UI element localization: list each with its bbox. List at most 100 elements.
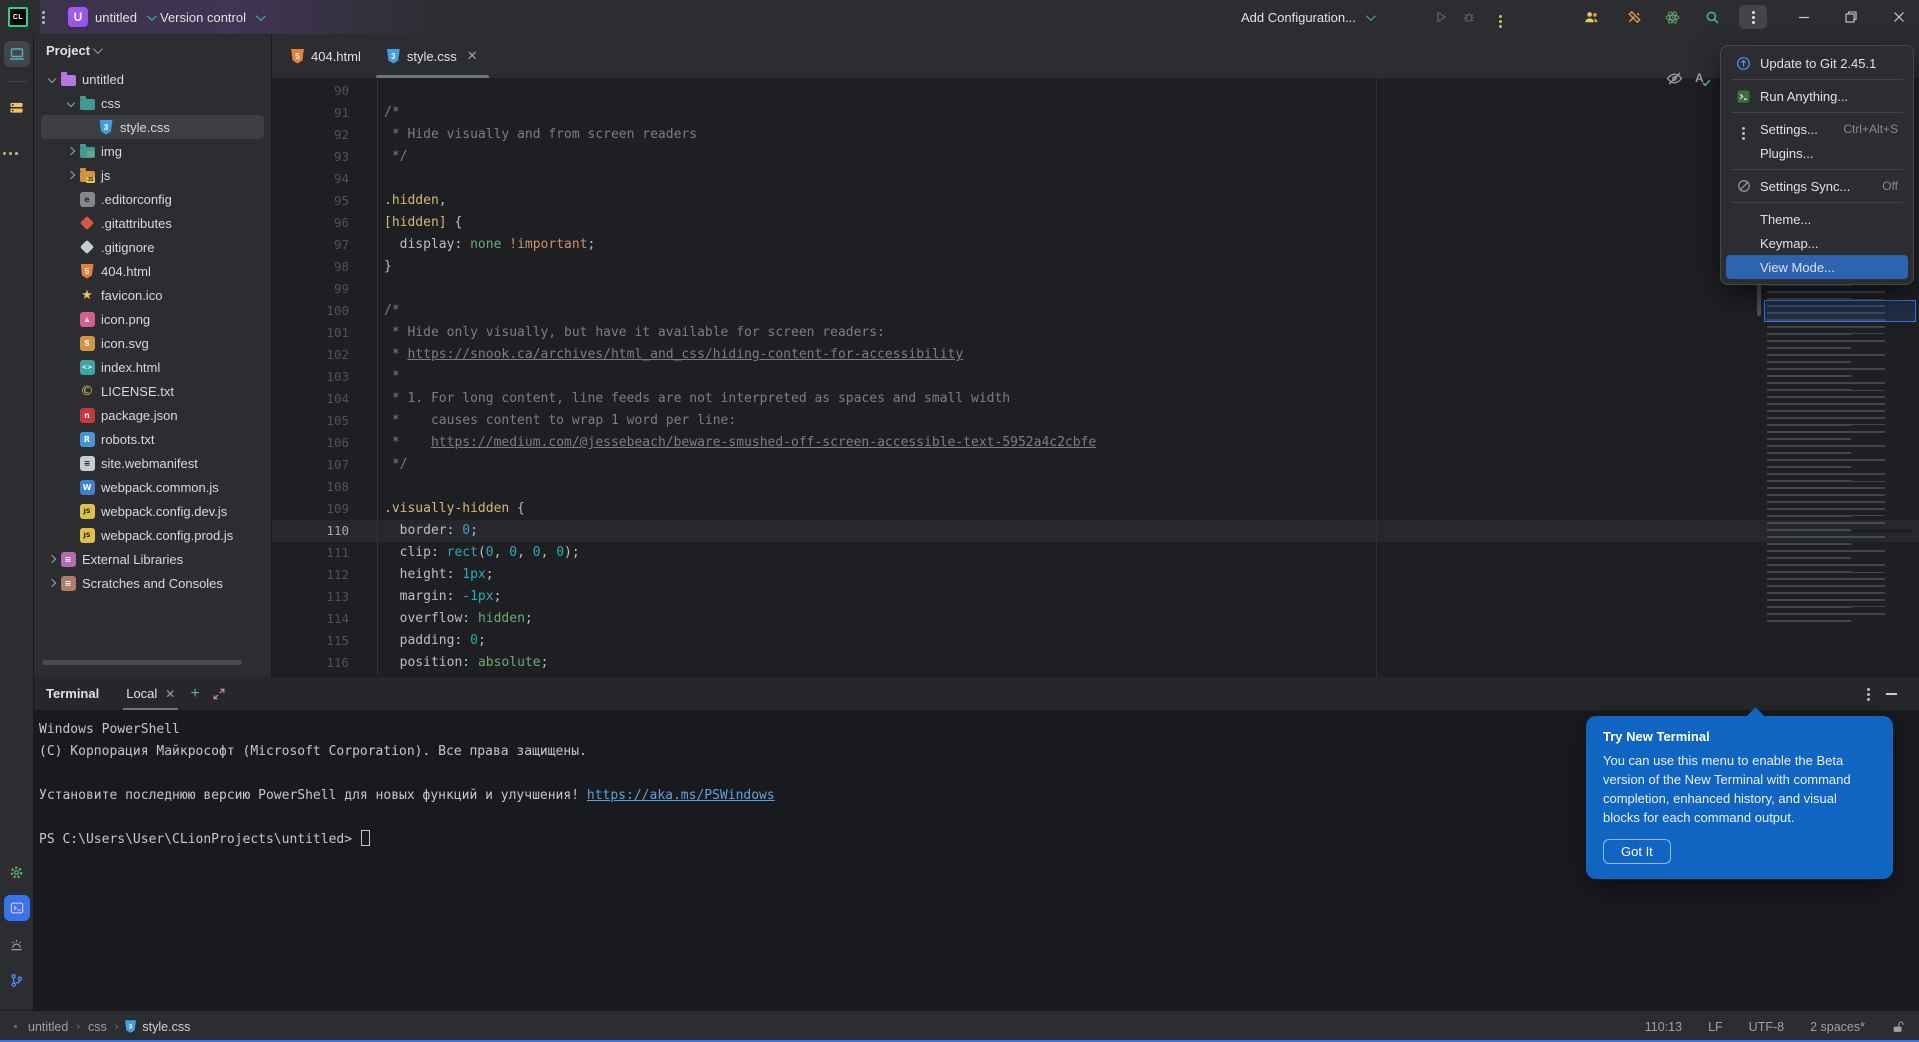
status-file-encoding[interactable]: UTF-8 [1749, 1020, 1784, 1034]
close-icon[interactable]: ✕ [165, 687, 175, 701]
chevron-closed-icon[interactable] [45, 556, 59, 562]
menu-item-view-mode-[interactable]: View Mode... [1726, 255, 1908, 279]
tree-item-icon-png[interactable]: ▲icon.png [41, 307, 264, 331]
code-link[interactable]: https://snook.ca/archives/html_and_css/h… [407, 347, 963, 362]
tree-item-index-html[interactable]: <>index.html [41, 355, 264, 379]
menu-item-settings-sync-[interactable]: Settings Sync...Off [1726, 174, 1908, 198]
line-number: 91 [272, 102, 378, 124]
tree-item-style-css[interactable]: 3style.css [41, 115, 264, 139]
reader-mode-off-eye-icon[interactable] [1666, 70, 1683, 87]
menu-item-settings-[interactable]: Settings...Ctrl+Alt+S [1726, 117, 1908, 141]
atom-button[interactable] [1665, 0, 1680, 34]
tree-item-package-json[interactable]: npackage.json [41, 403, 264, 427]
menu-item-plugins-[interactable]: Plugins... [1726, 141, 1908, 165]
users-button[interactable] [1584, 0, 1599, 34]
chevron-open-icon[interactable] [64, 100, 78, 106]
tree-item-license-txt[interactable]: ©LICENSE.txt [41, 379, 264, 403]
tree-item-scratches-and-consoles[interactable]: ≡Scratches and Consoles [41, 571, 264, 595]
hide-terminal-button[interactable] [1886, 693, 1897, 695]
minimize-window-button[interactable] [1789, 0, 1819, 34]
tree-item-icon-svg[interactable]: Sicon.svg [41, 331, 264, 355]
kebab-run-button[interactable] [1499, 0, 1502, 34]
search-button[interactable] [1705, 0, 1720, 34]
project-panel-header[interactable]: Project [34, 34, 271, 67]
tree-item-css[interactable]: css [41, 91, 264, 115]
breadcrumb-item[interactable]: 3style.css [124, 1019, 190, 1034]
expand-terminal-icon[interactable] [212, 687, 226, 701]
tree-item-untitled[interactable]: untitled [41, 67, 264, 91]
html-file-icon: 5 [291, 49, 304, 64]
got-it-button[interactable]: Got It [1603, 839, 1671, 864]
vcs-widget[interactable]: Version control [160, 0, 263, 34]
chevron-closed-icon[interactable] [45, 580, 59, 586]
terminal-text: Установите последнюю версию PowerShell д… [39, 788, 587, 803]
tree-item-webpack-config-prod-js[interactable]: JSwebpack.config.prod.js [41, 523, 264, 547]
tab-style-css[interactable]: 3style.css✕ [374, 34, 491, 78]
inspections-widget-icon[interactable]: A [1695, 71, 1704, 85]
chevron-closed-icon[interactable] [64, 172, 78, 178]
run-configuration-widget[interactable]: Add Configuration... [1241, 0, 1373, 34]
maximize-window-button[interactable] [1836, 0, 1866, 34]
code-line-112: 112 height: 1px; [272, 564, 1919, 586]
main-menu-button[interactable] [42, 0, 45, 34]
activity-project-button[interactable] [4, 41, 30, 67]
terminal-link[interactable]: https://aka.ms/PSWindows [587, 788, 775, 803]
tree-item-img[interactable]: img [41, 139, 264, 163]
terminal-cursor[interactable] [361, 830, 370, 846]
activity-branch-button[interactable] [4, 967, 30, 993]
activity-terminal-button[interactable] [4, 895, 30, 921]
tree-item-webpack-config-dev-js[interactable]: JSwebpack.config.dev.js [41, 499, 264, 523]
breadcrumb-item[interactable]: css [88, 1020, 107, 1034]
status-line-separator[interactable]: LF [1708, 1020, 1723, 1034]
activity-more-button[interactable] [4, 130, 30, 156]
tab-close-icon[interactable]: ✕ [467, 48, 478, 64]
window-minimize-icon[interactable] [1798, 11, 1810, 23]
tree-item--gitignore[interactable]: .gitignore [41, 235, 264, 259]
tree-item-404-html[interactable]: 5404.html [41, 259, 264, 283]
chevron-open-icon[interactable] [45, 76, 59, 82]
code-editor[interactable]: 9091/*92 * Hide visually and from screen… [272, 78, 1919, 677]
tree-item-js[interactable]: js [41, 163, 264, 187]
terminal-tab-local[interactable]: Local ✕ [123, 677, 178, 710]
horizontal-scrollbar[interactable] [42, 660, 242, 665]
activity-commit-button[interactable] [4, 94, 30, 120]
tools-button[interactable] [1627, 0, 1642, 34]
tree-item-label: site.webmanifest [101, 456, 198, 471]
terminal-options-kebab-icon[interactable] [1867, 688, 1870, 691]
breadcrumb-item[interactable]: untitled [28, 1020, 68, 1034]
window-close-icon[interactable] [1893, 11, 1905, 23]
activity-problems-button[interactable] [4, 931, 30, 957]
css-file-icon: 3 [387, 49, 400, 64]
close-window-button[interactable] [1884, 0, 1914, 34]
tree-item-label: webpack.config.prod.js [101, 528, 233, 543]
tree-item--gitattributes[interactable]: .gitattributes [41, 211, 264, 235]
breadcrumb-bullet-icon [14, 1025, 17, 1028]
line-number: 116 [272, 652, 378, 674]
minimap-viewport[interactable] [1764, 300, 1916, 322]
tree-item--editorconfig[interactable]: e.editorconfig [41, 187, 264, 211]
tree-item-favicon-ico[interactable]: ★favicon.ico [41, 283, 264, 307]
project-widget[interactable]: U untitled [68, 0, 154, 34]
debug-button[interactable] [1462, 0, 1476, 34]
status-indent-style[interactable]: 2 spaces* [1810, 1020, 1865, 1034]
tab-404-html[interactable]: 5404.html [278, 34, 374, 78]
menu-item-run-anything-[interactable]: Run Anything... [1726, 84, 1908, 108]
menu-item-keymap-[interactable]: Keymap... [1726, 231, 1908, 255]
play-button[interactable] [1434, 0, 1448, 34]
kebab-active-button[interactable] [1739, 0, 1767, 34]
code-link[interactable]: https://medium.com/@jessebeach/beware-sm… [431, 435, 1096, 450]
window-restore-icon[interactable] [1845, 11, 1857, 23]
menu-item-update-to-git-2-45-1[interactable]: Update to Git 2.45.1 [1726, 51, 1908, 75]
tree-item-external-libraries[interactable]: ≡External Libraries [41, 547, 264, 571]
tree-item-site-webmanifest[interactable]: ≡site.webmanifest [41, 451, 264, 475]
tree-item-robots-txt[interactable]: Rrobots.txt [41, 427, 264, 451]
more-options-kebab-icon[interactable] [1739, 5, 1767, 29]
tree-item-webpack-common-js[interactable]: Wwebpack.common.js [41, 475, 264, 499]
chevron-closed-icon[interactable] [64, 148, 78, 154]
menu-item-theme-[interactable]: Theme... [1726, 207, 1908, 231]
new-terminal-tab-button[interactable]: + [190, 685, 199, 703]
code-line-111: 111 clip: rect(0, 0, 0, 0); [272, 542, 1919, 564]
status-caret-position[interactable]: 110:13 [1645, 1020, 1682, 1034]
unlocked-icon[interactable] [1891, 1020, 1905, 1034]
activity-services-button[interactable] [4, 859, 30, 885]
